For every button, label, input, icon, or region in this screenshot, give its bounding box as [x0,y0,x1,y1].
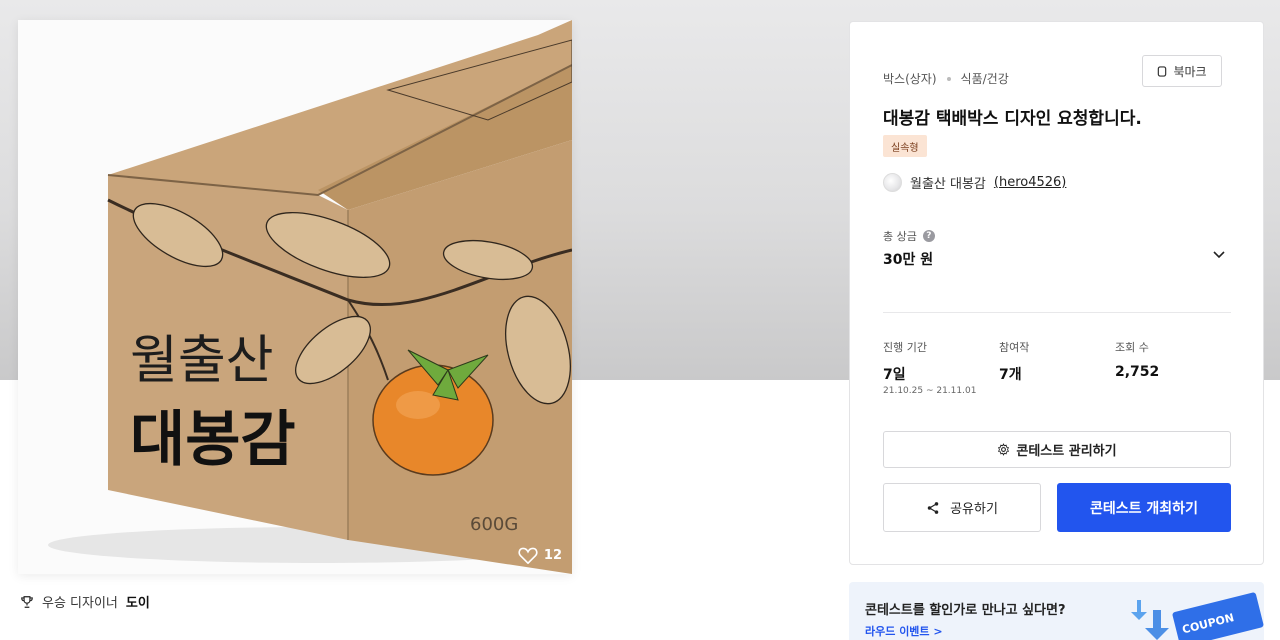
bookmark-icon [1158,65,1167,77]
prize-label-row: 총 상금 ? [883,228,935,244]
svg-text:월출산: 월출산 [130,331,274,391]
host-id-link[interactable]: (hero4526) [994,175,1066,190]
contest-winner-image[interactable]: 월출산 대봉감 600G 12 [18,20,572,574]
trophy-icon [21,595,33,608]
entries-label: 참여작 [999,341,1030,354]
separator-dot [946,76,951,81]
winner-info: 우승 디자이너 도이 [20,592,150,611]
prize-label: 총 상금 [883,230,917,243]
category-main[interactable]: 박스(상자) [883,70,937,87]
category-sub[interactable]: 식품/건강 [961,70,1009,87]
avatar[interactable] [883,173,902,192]
duration-label: 진행 기간 [883,341,927,354]
duration-range: 21.10.25 ~ 21.11.01 [883,386,977,396]
entries-value: 7개 [999,367,1022,383]
breadcrumb: 박스(상자) 식품/건강 [883,70,1009,87]
prize-amount: 30만 원 [883,252,934,268]
plan-badge: 실속형 [883,135,927,157]
coupon-banner[interactable]: 콘테스트를 할인가로 만나고 싶다면? 라우드 이벤트 > COUPON [849,582,1264,640]
views-value: 2,752 [1115,364,1160,380]
heart-icon [518,547,538,564]
box-illustration: 월출산 대봉감 600G [18,20,572,574]
share-icon [927,501,939,514]
coupon-question: 콘테스트를 할인가로 만나고 싶다면? [865,603,1066,618]
host-name: 월출산 대봉감 [910,177,986,192]
winner-label: 우승 디자이너 [42,596,118,611]
coupon-illustration: COUPON [1131,592,1264,640]
host-contest-button[interactable]: 콘테스트 개최하기 [1057,483,1231,532]
divider [883,312,1231,313]
chevron-down-icon[interactable] [1212,250,1226,260]
help-icon[interactable]: ? [922,230,935,242]
svg-text:600G: 600G [470,514,518,535]
share-button[interactable]: 공유하기 [883,483,1041,532]
like-count: 12 [543,547,562,563]
duration-value: 7일 [883,367,906,383]
views-label: 조회 수 [1115,341,1149,354]
round-event-link[interactable]: 라우드 이벤트 > [865,623,943,639]
like-button[interactable]: 12 [518,546,562,564]
contest-info-panel: 박스(상자) 식품/건강 북마크 대봉감 택배박스 디자인 요청합니다. 실속형… [849,21,1264,565]
gear-icon [998,443,1010,456]
manage-contest-button[interactable]: 콘테스트 관리하기 [883,431,1231,468]
share-label: 공유하기 [950,502,998,517]
bookmark-label: 북마크 [1173,64,1207,79]
svg-text:대봉감: 대봉감 [130,405,296,475]
manage-contest-label: 콘테스트 관리하기 [1016,444,1117,459]
host-info: 월출산 대봉감 (hero4526) [883,173,1066,192]
contest-title: 대봉감 택배박스 디자인 요청합니다. [883,109,1142,129]
winner-name[interactable]: 도이 [126,592,150,611]
bookmark-button[interactable]: 북마크 [1142,55,1222,87]
